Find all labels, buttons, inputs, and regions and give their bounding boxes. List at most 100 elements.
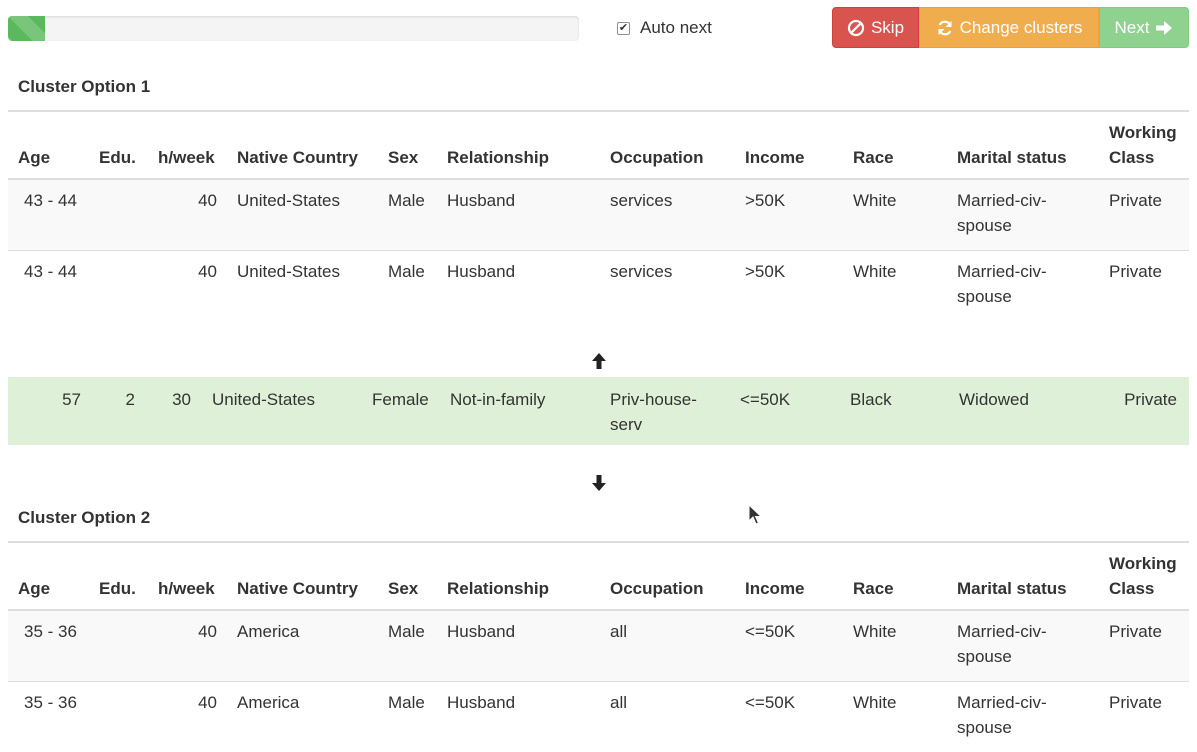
cell-hweek: 40 xyxy=(148,610,227,681)
cell-race: White xyxy=(843,610,947,681)
cluster-2-title: Cluster Option 2 xyxy=(18,508,151,527)
cell-country: United-States xyxy=(227,249,378,321)
cell-relationship: Husband xyxy=(437,179,600,250)
arrow-down-icon xyxy=(592,475,606,491)
column-header[interactable]: Edu. xyxy=(89,551,148,611)
cell-sex: Male xyxy=(378,610,437,681)
cell-age: 35 - 36 xyxy=(8,680,89,752)
cell-country: America xyxy=(227,680,378,752)
divider xyxy=(8,110,1189,112)
column-header[interactable]: Sex xyxy=(378,551,437,611)
current-working-class: Private xyxy=(1124,390,1177,409)
arrow-up-icon xyxy=(592,353,606,369)
cell-working-class: Private xyxy=(1099,179,1189,250)
column-header[interactable]: Working Class xyxy=(1099,551,1189,611)
cell-marital: Married-civ-spouse xyxy=(947,610,1099,681)
cell-sex: Male xyxy=(378,249,437,321)
column-header[interactable]: Income xyxy=(735,551,843,611)
column-header[interactable]: h/week xyxy=(148,120,227,180)
column-header[interactable]: Relationship xyxy=(437,551,600,611)
ban-icon xyxy=(847,19,865,37)
column-header[interactable]: Relationship xyxy=(437,120,600,180)
refresh-icon xyxy=(936,19,954,37)
column-header[interactable]: Age xyxy=(8,551,89,611)
cell-race: White xyxy=(843,179,947,250)
change-clusters-button[interactable]: Change clusters xyxy=(919,7,1099,48)
cell-occupation: all xyxy=(600,610,735,681)
column-header[interactable]: Marital status xyxy=(947,120,1099,180)
action-button-group: Skip Change clusters Next xyxy=(832,7,1189,48)
table-header-row: Age Edu. h/week Native Country Sex Relat… xyxy=(8,120,1189,180)
cell-country: United-States xyxy=(227,179,378,250)
current-sex: Female xyxy=(372,390,429,409)
cell-edu xyxy=(89,249,148,321)
cell-relationship: Husband xyxy=(437,249,600,321)
current-occupation: Priv-house-serv xyxy=(610,390,697,434)
cell-edu xyxy=(89,610,148,681)
cell-working-class: Private xyxy=(1099,680,1189,752)
cell-edu xyxy=(89,179,148,250)
cell-country: America xyxy=(227,610,378,681)
cell-occupation: all xyxy=(600,680,735,752)
checkbox-checked-icon[interactable]: ✔ xyxy=(617,21,630,35)
current-age: 57 xyxy=(62,390,81,409)
cell-hweek: 40 xyxy=(148,249,227,321)
cell-income: >50K xyxy=(735,249,843,321)
column-header[interactable]: Race xyxy=(843,551,947,611)
cell-relationship: Husband xyxy=(437,610,600,681)
next-label: Next xyxy=(1114,17,1150,37)
column-header[interactable]: Occupation xyxy=(600,551,735,611)
cell-occupation: services xyxy=(600,179,735,250)
cell-marital: Married-civ-spouse xyxy=(947,249,1099,321)
divider xyxy=(8,541,1189,543)
current-relationship: Not-in-family xyxy=(450,390,546,409)
cell-age: 43 - 44 xyxy=(8,179,89,250)
progress-bar-fill xyxy=(8,16,46,41)
current-income: <=50K xyxy=(740,390,791,409)
current-record-row: 57 2 30 United-States Female Not-in-fami… xyxy=(8,377,1189,445)
column-header[interactable]: Native Country xyxy=(227,551,378,611)
cell-age: 35 - 36 xyxy=(8,610,89,681)
current-country: United-States xyxy=(212,390,315,409)
cell-relationship: Husband xyxy=(437,680,600,752)
column-header[interactable]: Native Country xyxy=(227,120,378,180)
skip-label: Skip xyxy=(870,17,905,37)
cell-edu xyxy=(89,680,148,752)
column-header[interactable]: Edu. xyxy=(89,120,148,180)
column-header[interactable]: Race xyxy=(843,120,947,180)
mouse-cursor-icon xyxy=(748,504,762,525)
arrow-right-icon xyxy=(1155,20,1173,36)
auto-next-checkbox[interactable]: ✔ Auto next xyxy=(617,17,712,39)
column-header[interactable]: Income xyxy=(735,120,843,180)
cell-working-class: Private xyxy=(1099,610,1189,681)
cell-working-class: Private xyxy=(1099,249,1189,321)
cell-hweek: 40 xyxy=(148,179,227,250)
cell-sex: Male xyxy=(378,179,437,250)
table-header-row: Age Edu. h/week Native Country Sex Relat… xyxy=(8,551,1189,611)
cell-income: <=50K xyxy=(735,680,843,752)
cell-age: 43 - 44 xyxy=(8,249,89,321)
column-header[interactable]: h/week xyxy=(148,551,227,611)
cell-income: >50K xyxy=(735,179,843,250)
current-race: Black xyxy=(850,390,892,409)
cell-race: White xyxy=(843,249,947,321)
column-header[interactable]: Sex xyxy=(378,120,437,180)
table-row: 35 - 36 40 America Male Husband all <=50… xyxy=(8,680,1189,752)
cluster-2-table: Age Edu. h/week Native Country Sex Relat… xyxy=(8,551,1189,752)
table-row: 43 - 44 40 United-States Male Husband se… xyxy=(8,249,1189,321)
current-hweek: 30 xyxy=(172,390,191,409)
cluster-1-table: Age Edu. h/week Native Country Sex Relat… xyxy=(8,120,1189,321)
column-header[interactable]: Age xyxy=(8,120,89,180)
table-row: 43 - 44 40 United-States Male Husband se… xyxy=(8,179,1189,250)
column-header[interactable]: Occupation xyxy=(600,120,735,180)
cell-marital: Married-civ-spouse xyxy=(947,179,1099,250)
change-clusters-label: Change clusters xyxy=(959,17,1083,37)
next-button[interactable]: Next xyxy=(1099,7,1189,48)
skip-button[interactable]: Skip xyxy=(832,7,919,48)
column-header[interactable]: Working Class xyxy=(1099,120,1189,180)
column-header[interactable]: Marital status xyxy=(947,551,1099,611)
cluster-1-title: Cluster Option 1 xyxy=(18,77,151,96)
table-row: 35 - 36 40 America Male Husband all <=50… xyxy=(8,610,1189,681)
cell-sex: Male xyxy=(378,680,437,752)
cell-hweek: 40 xyxy=(148,680,227,752)
